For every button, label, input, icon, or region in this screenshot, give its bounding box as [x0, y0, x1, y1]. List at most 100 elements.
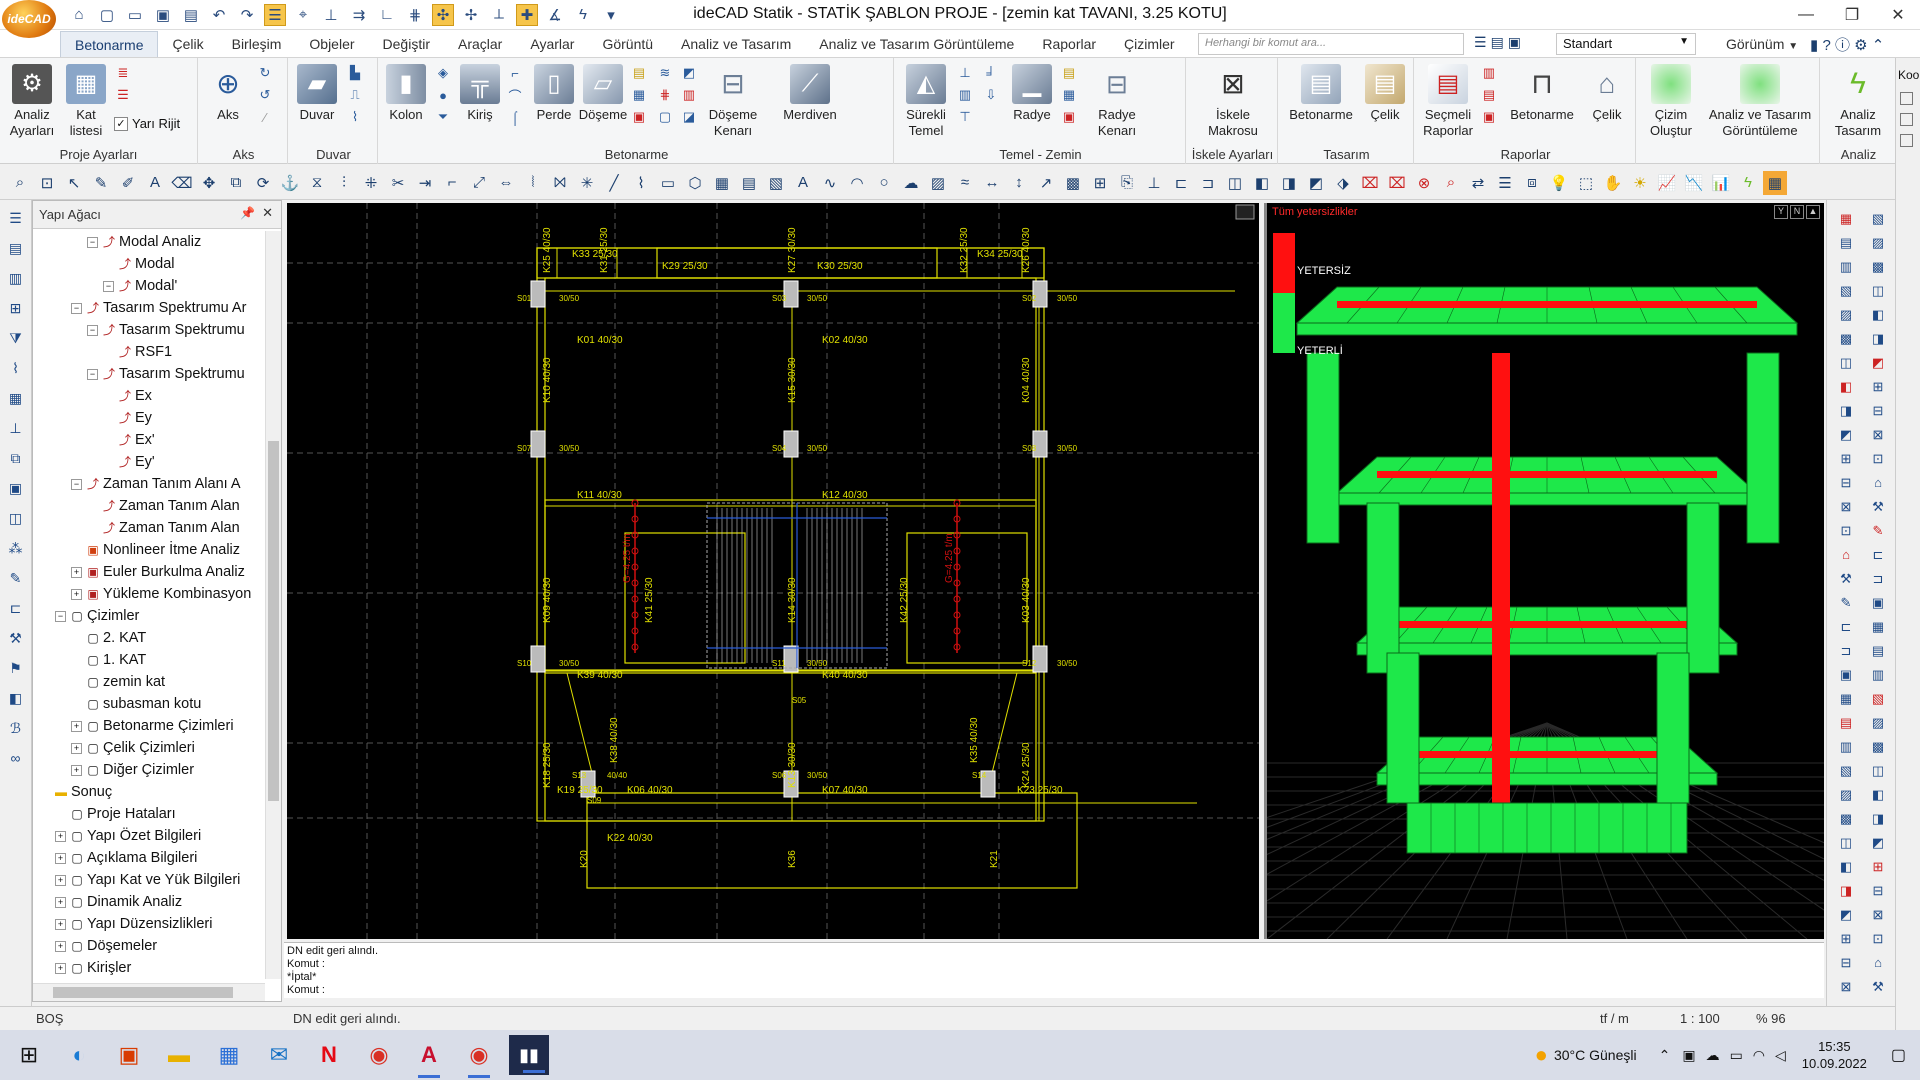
scale-icon[interactable]: ⤢ — [467, 171, 491, 195]
tool-icon[interactable]: ◨ — [1867, 808, 1889, 830]
notifications-icon[interactable]: ▢ — [1891, 1045, 1906, 1065]
tree-item[interactable]: + ▢ Açıklama Bilgileri — [33, 847, 265, 869]
expand-toggle-icon[interactable]: + — [55, 897, 66, 908]
tool-icon[interactable]: ▣ — [1835, 664, 1857, 686]
tool-icon[interactable]: ⊠ — [1835, 496, 1857, 518]
tree-item[interactable]: − ⤴ Tasarım Spektrumu — [33, 363, 265, 385]
tree-item[interactable]: + ▢ Yapı Özet Bilgileri — [33, 825, 265, 847]
tool-icon[interactable]: ⊞ — [1867, 856, 1889, 878]
section-icon[interactable]: ⊏ — [4, 596, 28, 620]
tool-icon[interactable]: ⊏ — [1867, 544, 1889, 566]
scroll-thumb[interactable] — [53, 987, 233, 998]
tie-beam-icon[interactable]: ▥ — [956, 86, 974, 104]
zoom-window-icon[interactable]: ⊡ — [35, 171, 59, 195]
new-file-icon[interactable]: ▢ — [96, 4, 118, 26]
slab-hatch-icon[interactable]: ⋕ — [656, 86, 674, 104]
tree-item[interactable]: ▣ Nonlineer İtme Analiz — [33, 539, 265, 561]
expand-toggle-icon[interactable]: + — [71, 721, 82, 732]
chart1-icon[interactable]: 📈 — [1655, 171, 1679, 195]
option-checkbox[interactable] — [1900, 113, 1913, 126]
tool-icon[interactable]: ⊠ — [1835, 976, 1857, 998]
cloud-icon[interactable]: ☁ — [899, 171, 923, 195]
tree-item[interactable]: − ⤴ Modal Analiz — [33, 231, 265, 253]
tool-icon[interactable]: ▨ — [1835, 304, 1857, 326]
option-checkbox[interactable] — [1900, 92, 1913, 105]
expand-toggle-icon[interactable]: + — [55, 875, 66, 886]
tool-icon[interactable]: ◧ — [1835, 856, 1857, 878]
elevation-icon[interactable]: ⊐ — [1196, 171, 1220, 195]
join-icon[interactable]: ⨝ — [548, 171, 572, 195]
pen-icon[interactable]: ✎ — [89, 171, 113, 195]
load-icon[interactable]: ☰ — [114, 86, 132, 104]
slab-lines-icon[interactable]: ≋ — [656, 64, 674, 82]
minimize-ribbon-icon[interactable]: ⌃ — [1872, 37, 1885, 54]
report-list-icon[interactable]: ▤ — [1480, 86, 1498, 104]
filter-icon[interactable]: ⧩ — [4, 326, 28, 350]
style-dropdown[interactable]: Standart ▼ — [1556, 33, 1696, 55]
xref-icon[interactable]: ⎘ — [1115, 171, 1139, 195]
tool-icon[interactable]: ⊞ — [1867, 376, 1889, 398]
expand-toggle-icon[interactable]: + — [71, 765, 82, 776]
tool-icon[interactable]: ▦ — [1867, 616, 1889, 638]
copy-icon[interactable]: ⧉ — [224, 171, 248, 195]
layer-icon[interactable]: ☰ — [1474, 34, 1487, 56]
expand-toggle-icon[interactable]: + — [55, 853, 66, 864]
expand-toggle-icon[interactable]: − — [71, 303, 82, 314]
tree-item[interactable]: + ▣ Yükleme Kombinasyon — [33, 583, 265, 605]
tool-icon[interactable]: ⊟ — [1867, 880, 1889, 902]
expand-toggle-icon[interactable]: − — [87, 369, 98, 380]
extend-icon[interactable]: ⇥ — [413, 171, 437, 195]
secmeli-raporlar-button[interactable]: ▤ Seçmeli Raporlar — [1420, 64, 1476, 139]
stretch-icon[interactable]: ⇔ — [494, 171, 518, 195]
layer-list-icon[interactable]: ▤ — [1491, 34, 1504, 56]
track-icon[interactable]: ✚ — [516, 3, 538, 26]
close-icon[interactable]: ✕ — [262, 205, 273, 221]
tool-icon[interactable]: ▦ — [1835, 688, 1857, 710]
tree-item[interactable]: − ⤴ Modal' — [33, 275, 265, 297]
grid-snap-icon[interactable]: ⋕ — [404, 4, 426, 26]
dimension-icon[interactable]: ⊥ — [4, 416, 28, 440]
tab-goruntu[interactable]: Görüntü — [588, 31, 667, 57]
tool-icon[interactable]: ⊐ — [1867, 568, 1889, 590]
tab-ayarlar[interactable]: Ayarlar — [516, 31, 588, 57]
surekli-temel-button[interactable]: ◭ Sürekli Temel — [900, 64, 952, 139]
expand-toggle-icon[interactable]: − — [71, 479, 82, 490]
expand-toggle-icon[interactable]: + — [55, 941, 66, 952]
tool-icon[interactable]: ✎ — [1867, 520, 1889, 542]
status-zoom[interactable]: % 96 — [1756, 1011, 1786, 1026]
close-icon[interactable]: ✕ — [1875, 0, 1920, 30]
analiz-ayarlari-button[interactable]: ⚙ Analiz Ayarları — [6, 64, 58, 139]
tool-icon[interactable]: ◩ — [1835, 904, 1857, 926]
array-icon[interactable]: ⁜ — [359, 171, 383, 195]
tree-item[interactable]: + ▢ Yapı Kat ve Yük Bilgileri — [33, 869, 265, 891]
tree-icon[interactable]: ⊞ — [4, 296, 28, 320]
hammer-icon[interactable]: ⚑ — [4, 656, 28, 680]
expand-toggle-icon[interactable]: − — [87, 325, 98, 336]
tab-araclar[interactable]: Araçlar — [444, 31, 516, 57]
wall-window-icon[interactable]: ⌇ — [346, 108, 364, 126]
list-icon[interactable]: ☰ — [4, 206, 28, 230]
tree-item[interactable]: − ⤴ Tasarım Spektrumu Ar — [33, 297, 265, 319]
tree-item[interactable]: ⤴ Ey — [33, 407, 265, 429]
netflix-icon[interactable]: N — [304, 1030, 354, 1080]
view-n-icon[interactable]: N — [1790, 205, 1804, 219]
tree-horizontal-scrollbar[interactable] — [33, 983, 265, 1001]
tab-degistir[interactable]: Değiştir — [369, 31, 444, 57]
tasarim-celik-button[interactable]: ▤ Çelik — [1362, 64, 1408, 123]
axis-line-icon[interactable]: ⁄ — [256, 108, 274, 126]
slab-corner-icon[interactable]: ◩ — [680, 64, 698, 82]
save-icon[interactable]: ▣ — [152, 4, 174, 26]
paste-icon[interactable]: ▣ — [4, 476, 28, 500]
weather-sun-icon[interactable]: ● — [1535, 1042, 1548, 1068]
expand-toggle-icon[interactable]: + — [55, 919, 66, 930]
clock[interactable]: 15:35 10.09.2022 — [1802, 1038, 1867, 1072]
tool-icon[interactable]: ⌂ — [1867, 472, 1889, 494]
level-icon[interactable]: ⊥ — [1142, 171, 1166, 195]
edge-browser-icon[interactable]: ◐ — [54, 1030, 104, 1080]
tree-vertical-scrollbar[interactable] — [265, 231, 281, 979]
pin-icon[interactable]: 📌 — [240, 206, 255, 220]
pile-icon[interactable]: ⊤ — [956, 108, 974, 126]
perde-button[interactable]: ▯ Perde — [532, 64, 576, 123]
office-icon[interactable]: ▣ — [104, 1030, 154, 1080]
rapor-betonarme-button[interactable]: ⊓ Betonarme — [1506, 64, 1578, 123]
